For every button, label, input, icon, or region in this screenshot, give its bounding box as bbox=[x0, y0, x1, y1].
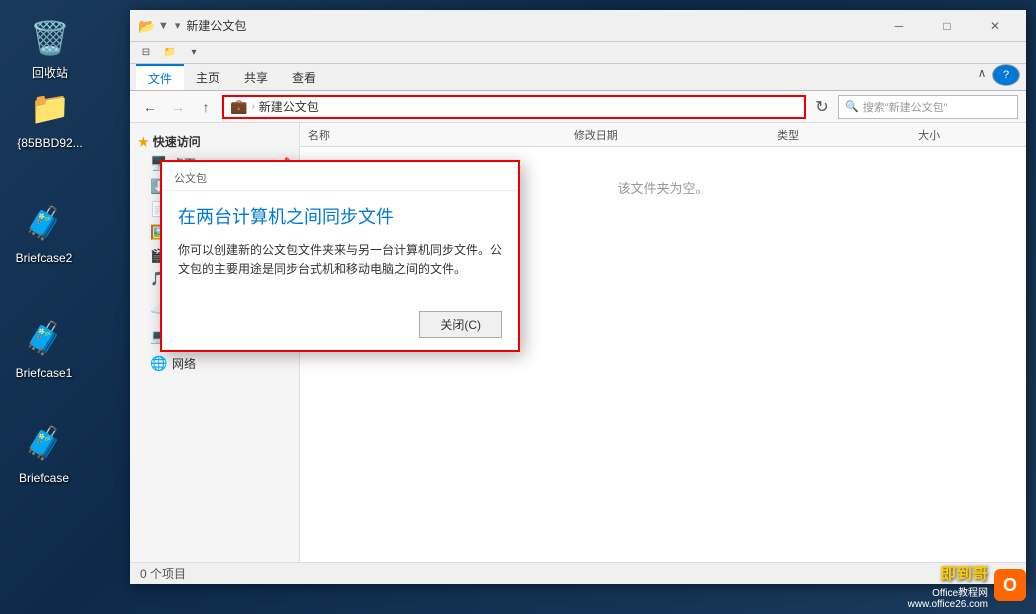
watermark-text-group: 即到哥 Office教程网 www.office26.com bbox=[908, 560, 988, 610]
watermark-main-text: 即到哥 bbox=[908, 560, 988, 584]
back-button[interactable]: ← bbox=[138, 95, 162, 119]
title-bar: 📂 ▼ ▾ 新建公文包 ─ □ ✕ bbox=[130, 10, 1026, 42]
briefcase2-icon: 🧳 bbox=[20, 199, 68, 247]
file-list-header: 名称 修改日期 类型 大小 bbox=[300, 123, 1026, 147]
watermark-url: www.office26.com bbox=[908, 599, 988, 610]
desktop-icon-briefcase[interactable]: 🧳 Briefcase bbox=[4, 415, 84, 491]
up-button[interactable]: ↑ bbox=[194, 95, 218, 119]
star-icon: ★ bbox=[138, 135, 149, 149]
ribbon: 文件 主页 共享 查看 ∧ ? bbox=[130, 64, 1026, 91]
refresh-button[interactable]: ↻ bbox=[810, 95, 834, 119]
folder-yellow-icon: 📁 bbox=[26, 84, 74, 132]
ribbon-collapse-btn[interactable]: ∧ bbox=[972, 64, 992, 82]
help-btn[interactable]: ? bbox=[992, 64, 1020, 86]
breadcrumb-path: 新建公文包 bbox=[259, 98, 319, 115]
network-sidebar-icon: 🌐 bbox=[150, 355, 166, 372]
title-bar-text: 新建公文包 bbox=[186, 17, 876, 34]
tab-file[interactable]: 文件 bbox=[136, 64, 184, 90]
watermark-logo: O bbox=[994, 569, 1026, 601]
dialog-body-text: 你可以创建新的公文包文件夹来与另一台计算机同步文件。公文包的主要用途是同步台式机… bbox=[178, 241, 502, 279]
col-size[interactable]: 大小 bbox=[910, 123, 1026, 146]
status-bar: 0 个项目 bbox=[130, 562, 1026, 584]
briefcase1-icon: 🧳 bbox=[20, 314, 68, 362]
breadcrumb-icon: 💼 bbox=[230, 98, 247, 115]
breadcrumb-separator: › bbox=[251, 101, 254, 112]
item-count: 0 个项目 bbox=[140, 565, 186, 582]
dialog-heading: 在两台计算机之间同步文件 bbox=[178, 203, 502, 229]
minimize-button[interactable]: ─ bbox=[876, 10, 922, 42]
tab-home[interactable]: 主页 bbox=[184, 64, 232, 90]
dialog-footer: 关闭(C) bbox=[162, 311, 518, 350]
watermark-sub-text: Office教程网 bbox=[908, 584, 988, 599]
quick-access-dropdown[interactable]: ▾ bbox=[184, 44, 204, 62]
desktop-icon-briefcase2[interactable]: 🧳 Briefcase2 bbox=[4, 195, 84, 271]
search-placeholder: 搜索"新建公文包" bbox=[863, 99, 948, 115]
desktop-icon-folder-yellow[interactable]: 📁 {85BBD92... bbox=[10, 80, 90, 156]
recycle-bin-icon: 🗑️ bbox=[26, 14, 74, 62]
quick-access-toolbar: ⊟ 📁 ▾ bbox=[130, 42, 1026, 64]
briefcase-icon: 🧳 bbox=[20, 419, 68, 467]
search-box[interactable]: 🔍 搜索"新建公文包" bbox=[838, 95, 1018, 119]
title-bar-dropdown-icon: ▼ bbox=[158, 20, 169, 32]
dialog-close-button[interactable]: 关闭(C) bbox=[419, 311, 502, 338]
sidebar-item-network[interactable]: 🌐 网络 bbox=[130, 352, 299, 375]
title-bar-icon: 📂 bbox=[138, 18, 154, 34]
watermark: 即到哥 Office教程网 www.office26.com O bbox=[908, 560, 1026, 610]
quick-access-properties[interactable]: ⊟ bbox=[136, 44, 156, 62]
col-date[interactable]: 修改日期 bbox=[566, 123, 769, 146]
dialog-title-text: 公文包 bbox=[174, 173, 207, 185]
tab-view[interactable]: 查看 bbox=[280, 64, 328, 90]
briefcase-label: Briefcase bbox=[8, 471, 80, 487]
col-name[interactable]: 名称 bbox=[300, 123, 566, 146]
briefcase1-label: Briefcase1 bbox=[8, 366, 80, 382]
search-icon: 🔍 bbox=[845, 100, 859, 113]
ribbon-tabs: 文件 主页 共享 查看 ∧ ? bbox=[130, 64, 1026, 90]
dialog-body: 在两台计算机之间同步文件 你可以创建新的公文包文件夹来与另一台计算机同步文件。公… bbox=[162, 191, 518, 311]
address-bar: ← → ↑ 💼 › 新建公文包 ↻ 🔍 搜索"新建公文包" bbox=[130, 91, 1026, 123]
desktop: 🗑️ 回收站 📁 {85BBD92... 🧳 Briefcase2 🧳 Brie… bbox=[0, 0, 1036, 614]
title-bar-sep: ▾ bbox=[175, 19, 181, 32]
quick-access-header[interactable]: ★ 快速访问 bbox=[130, 131, 299, 152]
quick-access-newfolder[interactable]: 📁 bbox=[160, 44, 180, 62]
folder-yellow-label: {85BBD92... bbox=[14, 136, 86, 152]
tab-share[interactable]: 共享 bbox=[232, 64, 280, 90]
col-type[interactable]: 类型 bbox=[769, 123, 910, 146]
briefcase2-label: Briefcase2 bbox=[8, 251, 80, 267]
desktop-icon-recycle-bin[interactable]: 🗑️ 回收站 bbox=[10, 10, 90, 86]
forward-button[interactable]: → bbox=[166, 95, 190, 119]
maximize-button[interactable]: □ bbox=[924, 10, 970, 42]
window-controls: ─ □ ✕ bbox=[876, 10, 1018, 42]
dialog-title-bar: 公文包 bbox=[162, 162, 518, 191]
breadcrumb[interactable]: 💼 › 新建公文包 bbox=[222, 95, 806, 119]
desktop-icon-briefcase1[interactable]: 🧳 Briefcase1 bbox=[4, 310, 84, 386]
quick-access-label: 快速访问 bbox=[153, 133, 201, 150]
dialog: 公文包 在两台计算机之间同步文件 你可以创建新的公文包文件夹来与另一台计算机同步… bbox=[160, 160, 520, 352]
sidebar-item-network-label: 网络 bbox=[172, 355, 196, 372]
close-button[interactable]: ✕ bbox=[972, 10, 1018, 42]
